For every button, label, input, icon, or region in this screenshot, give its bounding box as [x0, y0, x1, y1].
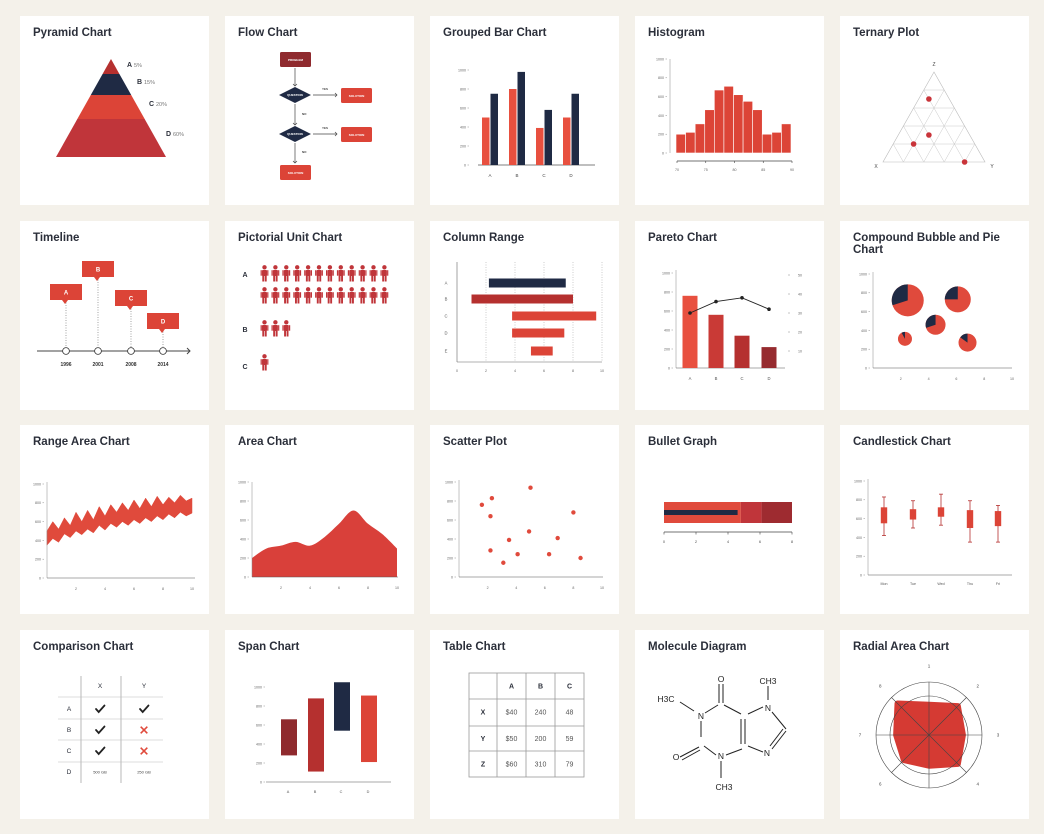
chart-card-candlestick-chart[interactable]: Candlestick Chart — [840, 425, 1029, 614]
card-title: Flow Chart — [238, 27, 298, 39]
chart-card-table-chart[interactable]: Table Chart — [430, 630, 619, 819]
card-title: Compound Bubble and Pie Chart — [853, 232, 1000, 256]
card-title: Pareto Chart — [648, 232, 718, 244]
chart-card-comparison-chart[interactable]: Comparison Chart — [20, 630, 209, 819]
card-title: Table Chart — [443, 641, 506, 653]
card-title: Pyramid Chart — [33, 27, 112, 39]
chart-card-grouped-bar-chart[interactable]: Grouped Bar Chart — [430, 16, 619, 205]
chart-card-molecule-diagram[interactable]: Molecule Diagram — [635, 630, 824, 819]
card-title: Timeline — [33, 232, 80, 244]
chart-card-bullet-graph[interactable]: Bullet Graph — [635, 425, 824, 614]
chart-card-radial-area-chart[interactable]: Radial Area Chart — [840, 630, 1029, 819]
card-title: Candlestick Chart — [853, 436, 951, 448]
chart-card-range-area-chart[interactable]: Range Area Chart — [20, 425, 209, 614]
card-title: Histogram — [648, 27, 705, 39]
card-title: Bullet Graph — [648, 436, 718, 448]
chart-card-timeline[interactable]: Timeline — [20, 221, 209, 410]
card-title: Ternary Plot — [853, 27, 920, 39]
card-title: Span Chart — [238, 641, 300, 653]
chart-card-compound-bubble-and-pie-chart[interactable]: Compound Bubble and Pie Chart — [840, 221, 1029, 410]
chart-card-histogram[interactable]: Histogram — [635, 16, 824, 205]
card-title: Pictorial Unit Chart — [238, 232, 343, 244]
chart-card-ternary-plot[interactable]: Ternary Plot — [840, 16, 1029, 205]
card-title: Radial Area Chart — [853, 641, 950, 653]
card-title: Scatter Plot — [443, 436, 507, 448]
chart-card-pictorial-unit-chart[interactable]: Pictorial Unit Chart — [225, 221, 414, 410]
chart-card-pyramid-chart[interactable]: Pyramid Chart — [20, 16, 209, 205]
card-title: Range Area Chart — [33, 436, 130, 448]
card-title: Column Range — [443, 232, 525, 244]
card-title: Comparison Chart — [33, 641, 134, 653]
chart-card-flow-chart[interactable]: Flow Chart — [225, 16, 414, 205]
card-title: Area Chart — [238, 436, 297, 448]
chart-card-area-chart[interactable]: Area Chart — [225, 425, 414, 614]
chart-card-scatter-plot[interactable]: Scatter Plot — [430, 425, 619, 614]
card-title: Grouped Bar Chart — [443, 27, 547, 39]
card-title: Molecule Diagram — [648, 641, 747, 653]
chart-card-pareto-chart[interactable]: Pareto Chart — [635, 221, 824, 410]
chart-card-span-chart[interactable]: Span Chart — [225, 630, 414, 819]
chart-card-column-range[interactable]: Column Range — [430, 221, 619, 410]
